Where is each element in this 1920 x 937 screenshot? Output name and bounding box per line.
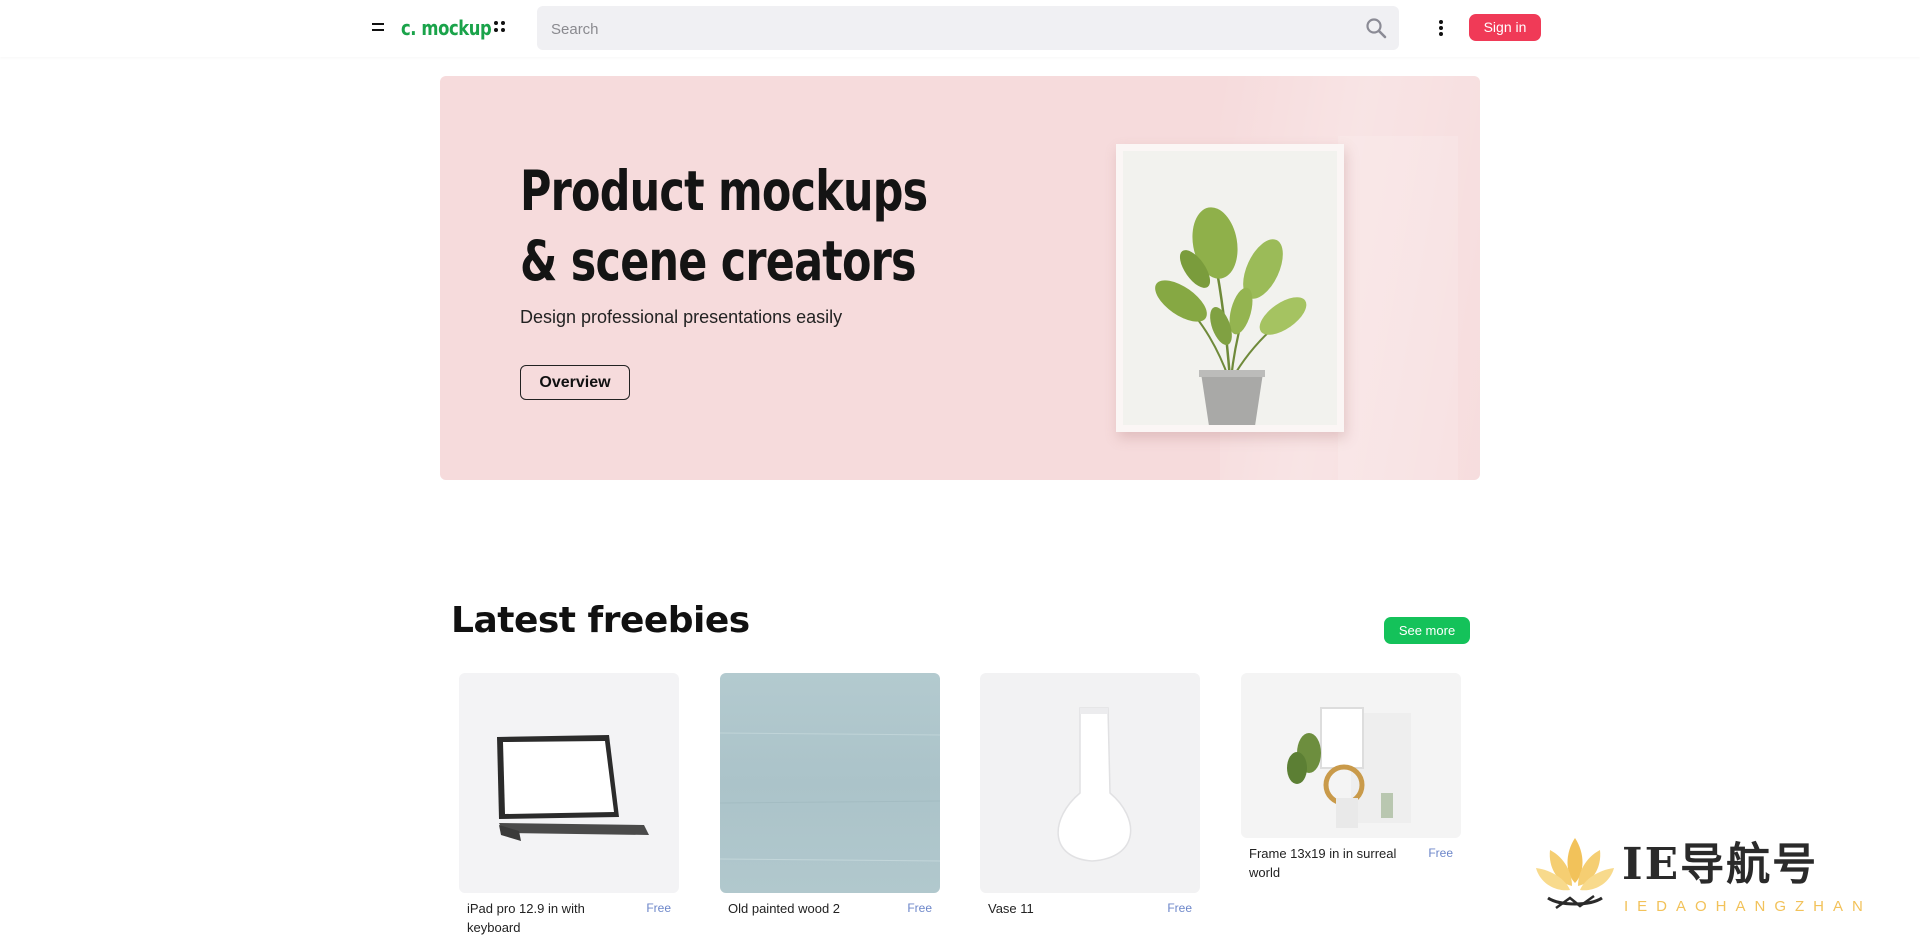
card-price: Free [907,901,932,915]
card-price: Free [1167,901,1192,915]
hero-title: Product mockups & scene creators [520,156,928,296]
framed-plant-image [1116,144,1344,432]
top-header: c. mockup Sign in [0,0,1920,57]
search-bar [537,6,1399,52]
card-thumbnail[interactable] [459,673,679,893]
search-icon[interactable] [1365,17,1387,39]
overview-button[interactable]: Overview [520,365,630,400]
card-thumbnail[interactable] [1241,673,1461,838]
see-more-button[interactable]: See more [1384,617,1470,644]
ipad-illustration [497,735,649,841]
hero-banner: Product mockups & scene creators Design p… [440,76,1480,480]
site-logo[interactable]: c. mockup [401,14,492,42]
search-input[interactable] [549,6,1353,52]
section-title: Latest freebies [451,600,750,641]
card-title[interactable]: Old painted wood 2 [728,899,878,918]
hero-title-line1: Product mockups [520,159,928,223]
hero-title-line2: & scene creators [520,229,917,293]
card-title[interactable]: iPad pro 12.9 in with keyboard [467,899,617,937]
card-price: Free [1428,846,1453,860]
watermark-logo: IE导航号 IEDAOHANGZHAN [1530,828,1900,928]
lotus-icon [1536,838,1614,910]
card-title[interactable]: Vase 11 [988,899,1138,918]
watermark-subtext: IEDAOHANGZHAN [1624,898,1872,915]
sign-in-button[interactable]: Sign in [1469,14,1541,41]
card-price: Free [646,901,671,915]
wood-texture [720,732,940,862]
card-thumbnail[interactable] [720,673,940,893]
vase-illustration [1057,707,1132,862]
plant-illustration [1155,207,1307,426]
frame-scene-illustration [1287,707,1411,828]
light-shade [1338,136,1458,480]
card-title[interactable]: Frame 13x19 in in surreal world [1249,844,1399,882]
watermark-text: IE导航号 [1622,839,1819,890]
hero-subtitle: Design professional presentations easily [520,307,843,327]
menu-icon[interactable] [370,20,386,34]
apps-grid-icon[interactable] [493,20,507,34]
card-thumbnail[interactable] [980,673,1200,893]
more-options-icon[interactable] [1436,17,1446,39]
